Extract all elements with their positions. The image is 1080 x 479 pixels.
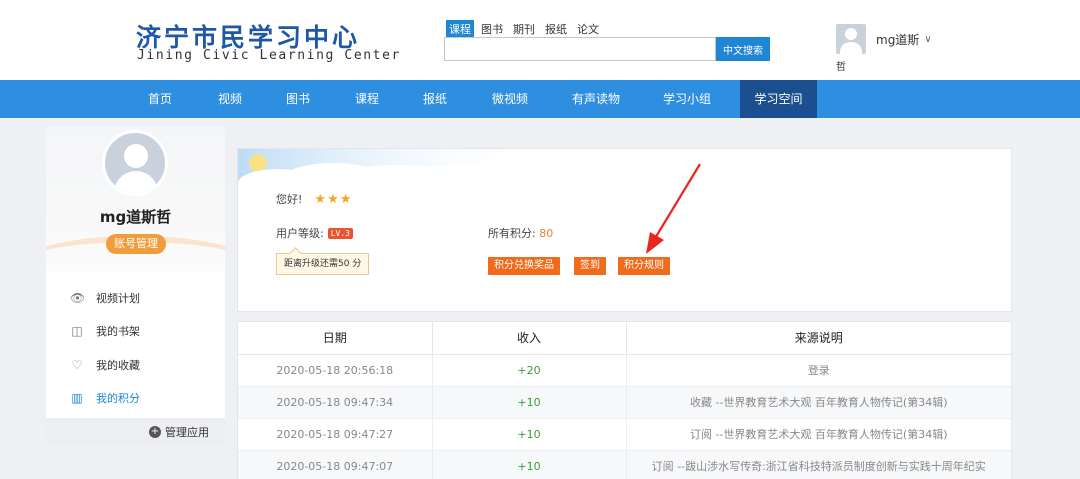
table-header-row: 日期 收入 来源说明 — [238, 322, 1011, 355]
profile-name: mg道斯哲 — [99, 208, 172, 226]
user-level-label: 用户等级: — [276, 227, 324, 240]
annotation-arrow — [646, 163, 701, 254]
cell-source: 收藏 --世界教育艺术大观 百年教育人物传记(第34辑) — [626, 386, 1011, 419]
cell-source: 登录 — [626, 354, 1011, 387]
cell-source: 订阅 --跋山涉水写传奇:浙江省科技特派员制度创新与实践十周年纪实 — [626, 450, 1011, 479]
cell-date: 2020-05-18 09:47:07 — [238, 450, 433, 479]
manage-apps-button[interactable]: + 管理应用 — [149, 424, 209, 440]
search-tab-newspaper[interactable]: 报纸 — [542, 20, 570, 38]
nav-audiobooks[interactable]: 有声读物 — [562, 80, 630, 118]
exchange-prize-button[interactable]: 积分兑换奖品 — [488, 257, 560, 275]
total-points-label: 所有积分: — [488, 227, 536, 240]
nav-study-space[interactable]: 学习空间 — [740, 80, 817, 118]
site-logo-en: Jining Civic Learning Center — [137, 48, 401, 63]
cell-income: +10 — [432, 386, 627, 419]
cell-date: 2020-05-18 09:47:34 — [238, 386, 433, 419]
nav-study-groups[interactable]: 学习小组 — [652, 80, 722, 118]
nav-courses[interactable]: 课程 — [341, 80, 393, 118]
greeting: 您好! ★★★ — [276, 191, 352, 207]
sidebar-item-favorites[interactable]: ♡ 我的收藏 — [70, 355, 140, 375]
user-name-top: mg道斯 — [876, 33, 920, 47]
cell-source: 订阅 --世界教育艺术大观 百年教育人物传记(第34辑) — [626, 418, 1011, 451]
upgrade-tooltip: 距离升级还需50 分 — [276, 253, 370, 275]
user-level: 用户等级: LV.3 — [276, 225, 353, 241]
chevron-down-icon: ∨ — [924, 34, 932, 45]
user-name-top-tail: 哲 — [836, 62, 846, 73]
table-row: 2020-05-18 20:56:18 +20 登录 — [238, 354, 1011, 387]
manage-apps-label: 管理应用 — [165, 426, 209, 439]
sidebar-item-label: 我的积分 — [96, 392, 140, 405]
column-header-income: 收入 — [432, 322, 627, 355]
level-badge: LV.3 — [327, 227, 353, 239]
total-points-value: 80 — [539, 227, 554, 240]
nav-home[interactable]: 首页 — [134, 80, 186, 118]
nav-micro-video[interactable]: 微视频 — [480, 80, 540, 118]
chart-icon: ▥ — [71, 391, 83, 405]
book-icon: ◫ — [71, 324, 83, 338]
cell-income: +10 — [432, 418, 627, 451]
search-input[interactable] — [444, 37, 716, 61]
search-tab-course[interactable]: 课程 — [446, 20, 474, 38]
search-tab-journal[interactable]: 期刊 — [510, 20, 538, 38]
points-history-table: 日期 收入 来源说明 2020-05-18 20:56:18 +20 登录 20… — [237, 321, 1012, 479]
account-manage-button[interactable]: 账号管理 — [106, 234, 166, 254]
column-header-date: 日期 — [238, 322, 433, 355]
nav-newspapers[interactable]: 报纸 — [409, 80, 461, 118]
site-header: 济宁市民学习中心 Jining Civic Learning Center 课程… — [0, 0, 1080, 80]
search-tabs: 课程 图书 期刊 报纸 论文 — [446, 20, 602, 38]
sidebar-item-video-plan[interactable]: 👁 视频计划 — [70, 288, 140, 308]
eye-icon: 👁 — [70, 291, 86, 305]
star-icon: ★★★ — [314, 191, 353, 207]
sidebar: mg道斯哲 账号管理 👁 视频计划 ◫ 我的书架 ♡ 我的收藏 ▥ 我的积分 +… — [46, 126, 225, 446]
sidebar-item-bookshelf[interactable]: ◫ 我的书架 — [70, 321, 140, 341]
greeting-text: 您好! — [276, 193, 303, 206]
column-header-source: 来源说明 — [626, 322, 1011, 355]
cell-income: +10 — [432, 450, 627, 479]
sidebar-item-label: 我的书架 — [96, 325, 140, 338]
sidebar-item-points[interactable]: ▥ 我的积分 — [70, 388, 140, 408]
sidebar-footer: + 管理应用 — [46, 418, 225, 446]
table-row: 2020-05-18 09:47:07 +10 订阅 --跋山涉水写传奇:浙江省… — [238, 450, 1011, 479]
main-nav: 首页 视频 图书 课程 报纸 微视频 有声读物 学习小组 学习空间 — [0, 80, 1080, 118]
user-avatar-small[interactable] — [836, 24, 866, 54]
nav-books[interactable]: 图书 — [272, 80, 324, 118]
search-button[interactable]: 中文搜索 — [716, 37, 770, 61]
points-card: 您好! ★★★ 用户等级: LV.3 距离升级还需50 分 所有积分: 80 积… — [237, 148, 1012, 312]
checkin-button[interactable]: 签到 — [574, 257, 606, 275]
cell-income: +20 — [432, 354, 627, 387]
sidebar-item-label: 视频计划 — [96, 292, 140, 305]
total-points: 所有积分: 80 — [488, 225, 553, 241]
cell-date: 2020-05-18 09:47:27 — [238, 418, 433, 451]
plus-icon: + — [149, 426, 161, 438]
search-tab-book[interactable]: 图书 — [478, 20, 506, 38]
avatar[interactable] — [102, 130, 168, 196]
heart-icon: ♡ — [71, 358, 83, 372]
sidebar-profile: mg道斯哲 账号管理 — [46, 126, 225, 272]
table-row: 2020-05-18 09:47:27 +10 订阅 --世界教育艺术大观 百年… — [238, 418, 1011, 451]
user-menu[interactable]: mg道斯 ∨ — [876, 31, 932, 48]
nav-video[interactable]: 视频 — [204, 80, 256, 118]
sidebar-item-label: 我的收藏 — [96, 359, 140, 372]
table-row: 2020-05-18 09:47:34 +10 收藏 --世界教育艺术大观 百年… — [238, 386, 1011, 419]
cell-date: 2020-05-18 20:56:18 — [238, 354, 433, 387]
search-tab-thesis[interactable]: 论文 — [574, 20, 602, 38]
